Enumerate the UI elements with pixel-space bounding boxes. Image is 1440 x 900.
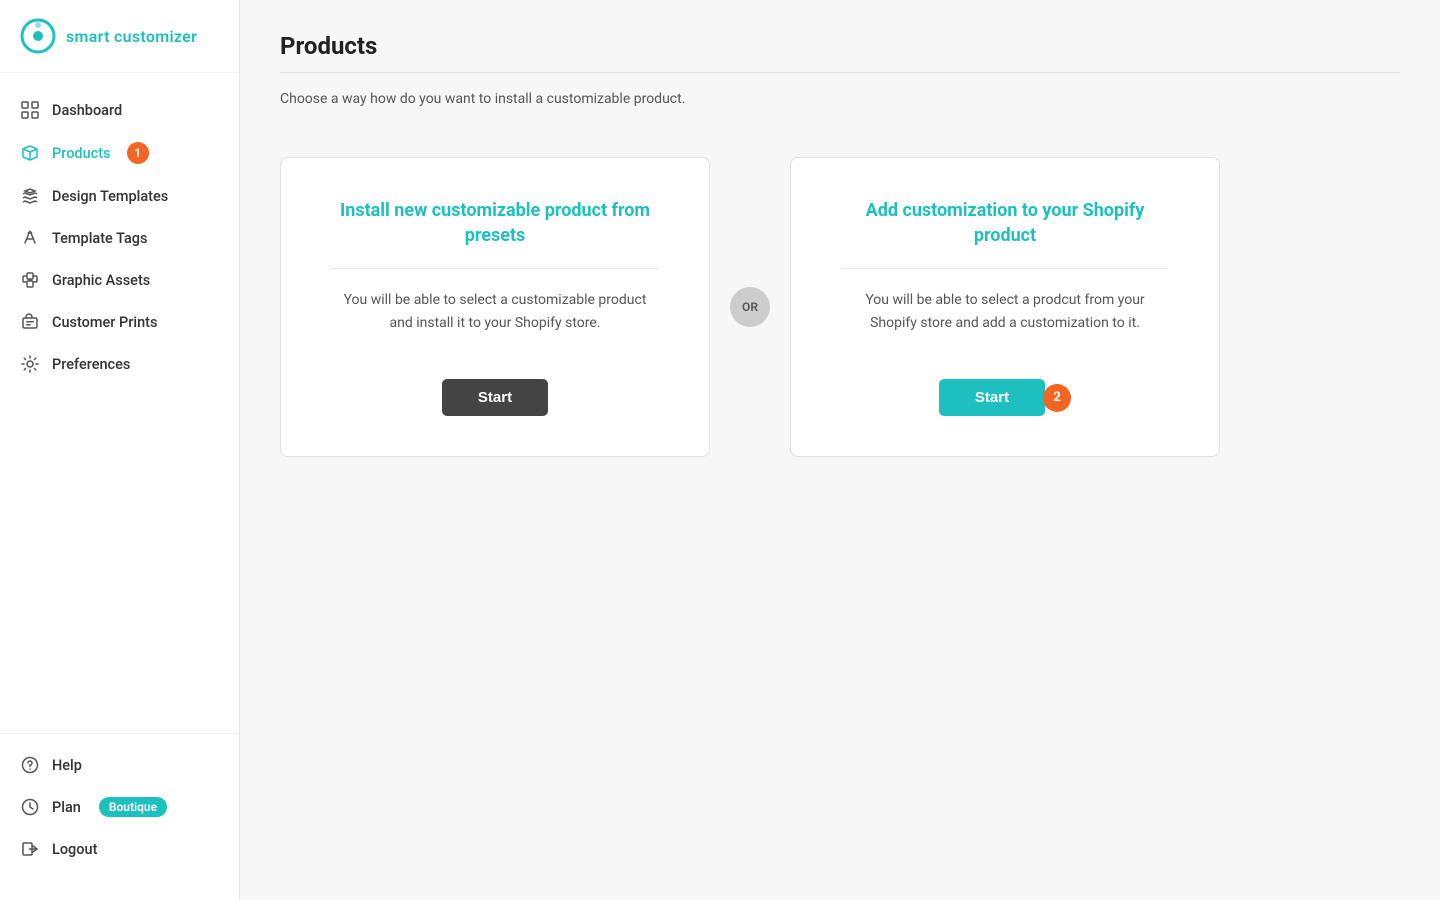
logo-icon [20, 18, 56, 54]
graphic-assets-icon [20, 270, 40, 290]
page-subtitle: Choose a way how do you want to install … [280, 91, 1400, 107]
template-tags-icon [20, 228, 40, 248]
card-right-button-row: Start 2 [939, 379, 1071, 416]
card-left-description: You will be able to select a customizabl… [331, 289, 659, 359]
card-right: Add customization to your Shopify produc… [790, 157, 1220, 457]
sidebar-item-label: Dashboard [52, 102, 122, 119]
sidebar-item-label: Customer Prints [52, 314, 157, 331]
sidebar-item-plan[interactable]: Plan Boutique [0, 786, 239, 828]
sidebar-bottom: Help Plan Boutique Logout [0, 733, 239, 880]
sidebar-item-graphic-assets[interactable]: Graphic Assets [0, 259, 239, 301]
sidebar-item-template-tags[interactable]: Template Tags [0, 217, 239, 259]
plan-icon [20, 797, 40, 817]
sidebar-item-help[interactable]: Help [0, 744, 239, 786]
help-icon [20, 755, 40, 775]
sidebar-item-customer-prints[interactable]: Customer Prints [0, 301, 239, 343]
card-right-description: You will be able to select a prodcut fro… [841, 289, 1169, 359]
sidebar-item-label: Design Templates [52, 188, 168, 205]
sidebar-item-label: Template Tags [52, 230, 147, 247]
products-badge: 1 [127, 142, 149, 164]
sidebar-item-label: Preferences [52, 356, 130, 373]
card-right-start-button[interactable]: Start [939, 379, 1045, 416]
card-left: Install new customizable product from pr… [280, 157, 710, 457]
products-icon [20, 143, 40, 163]
logout-icon [20, 839, 40, 859]
logo-text: smart customizer [66, 27, 197, 46]
card-left-title: Install new customizable product from pr… [331, 198, 659, 248]
sidebar: smart customizer Dashboard [0, 0, 240, 900]
sidebar-item-label: Plan [52, 799, 81, 816]
plan-badge: Boutique [99, 797, 167, 817]
sidebar-item-label: Help [52, 757, 82, 774]
design-templates-icon [20, 186, 40, 206]
sidebar-item-design-templates[interactable]: Design Templates [0, 175, 239, 217]
or-divider: OR [730, 287, 770, 327]
sidebar-item-logout[interactable]: Logout [0, 828, 239, 870]
sidebar-item-label: Products [52, 145, 111, 162]
customer-prints-icon [20, 312, 40, 332]
sidebar-logo: smart customizer [0, 0, 239, 73]
card-left-divider [331, 268, 659, 269]
card-right-divider [841, 268, 1169, 269]
sidebar-item-label: Logout [52, 841, 97, 858]
card-left-start-button[interactable]: Start [442, 379, 548, 416]
sidebar-nav: Dashboard Products 1 [0, 73, 239, 733]
preferences-icon [20, 354, 40, 374]
sidebar-item-products[interactable]: Products 1 [0, 131, 239, 175]
sidebar-item-preferences[interactable]: Preferences [0, 343, 239, 385]
dashboard-icon [20, 100, 40, 120]
cards-container: Install new customizable product from pr… [280, 157, 1400, 457]
main-content: Products Choose a way how do you want to… [240, 0, 1440, 900]
sidebar-item-label: Graphic Assets [52, 272, 150, 289]
page-divider [280, 72, 1400, 73]
card-right-badge: 2 [1043, 384, 1071, 412]
page-title: Products [280, 32, 1400, 60]
sidebar-item-dashboard[interactable]: Dashboard [0, 89, 239, 131]
card-right-title: Add customization to your Shopify produc… [841, 198, 1169, 248]
